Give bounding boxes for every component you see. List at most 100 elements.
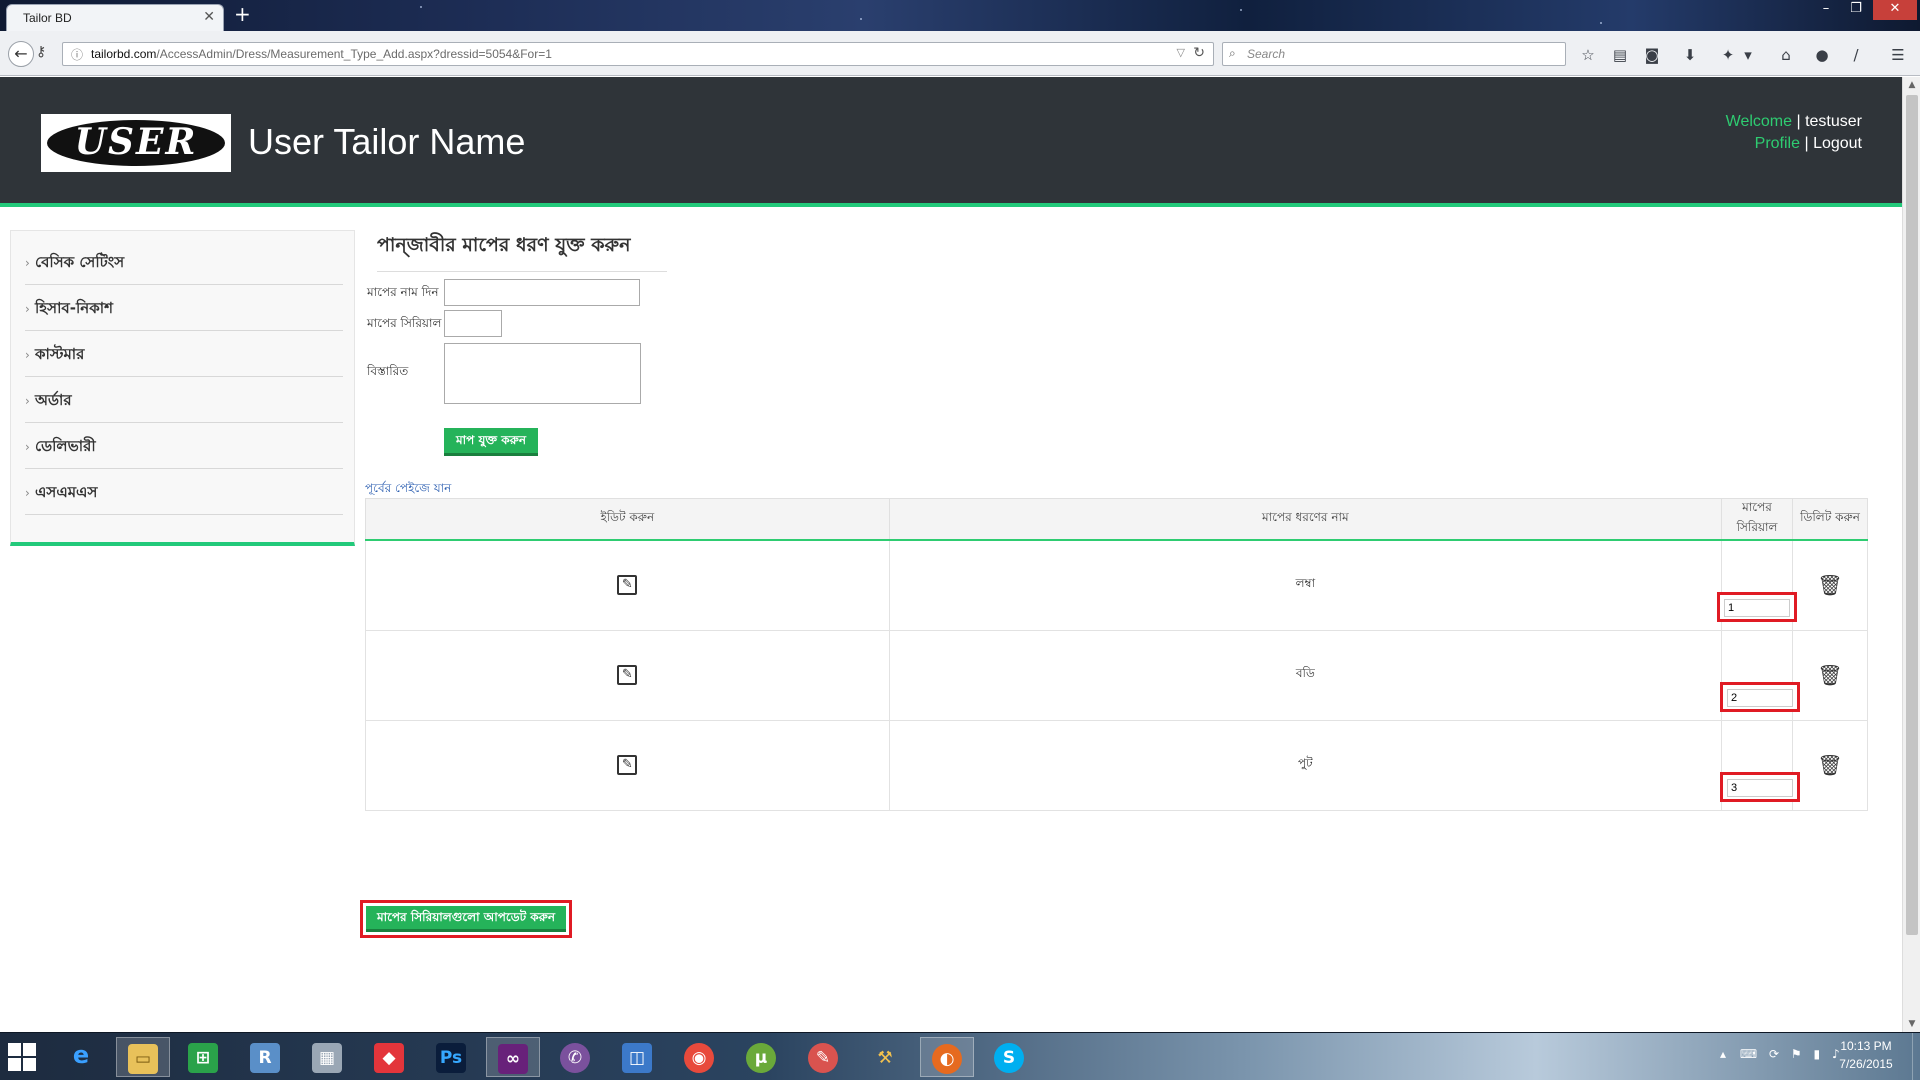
serial-highlight — [1717, 592, 1798, 622]
trash-icon[interactable]: 🗑 — [1817, 663, 1842, 687]
serial-input[interactable] — [1727, 778, 1794, 797]
firefox-icon[interactable]: ◐ — [920, 1037, 974, 1077]
search-input[interactable] — [1247, 46, 1547, 62]
windows-taskbar: e ▭ ⊞ R ▦ ◆ Ps ∞ ✆ ◫ ◉ µ ✎ ⚒ ◐ S ▴ ⌨ ⟳ ⚑… — [0, 1032, 1920, 1080]
skype-icon[interactable]: S — [982, 1037, 1036, 1077]
sidebar-item-accounts[interactable]: › হিসাব-নিকাশ — [25, 285, 343, 331]
windows-start-icon[interactable] — [8, 1043, 38, 1073]
logout-link[interactable]: Logout — [1813, 135, 1862, 152]
back-arrow-icon[interactable]: ← — [8, 41, 34, 67]
serial-input[interactable] — [1727, 688, 1794, 707]
page-scrollbar[interactable]: ▲ ▼ — [1902, 77, 1920, 1032]
visual-studio-icon[interactable]: ∞ — [486, 1037, 540, 1077]
site-info-icon[interactable]: ⓘ — [71, 46, 83, 63]
site-logo[interactable]: USER — [41, 114, 231, 172]
reader-icon[interactable]: R — [238, 1037, 292, 1077]
chevron-right-icon: › — [25, 440, 30, 454]
sidebar-menu: › বেসিক সেটিংস › হিসাব-নিকাশ › কাস্টমার › অর… — [10, 230, 355, 546]
store-icon[interactable]: ⊞ — [176, 1037, 230, 1077]
calculator-icon[interactable]: ▦ — [300, 1037, 354, 1077]
url-text[interactable]: tailorbd.com/AccessAdmin/Dress/Measureme… — [91, 47, 552, 61]
chevron-right-icon: › — [25, 302, 30, 316]
key-icon[interactable]: ⚷ — [36, 44, 46, 60]
scroll-down-arrow-icon[interactable]: ▼ — [1903, 1016, 1920, 1032]
tray-expand-icon[interactable]: ▴ — [1720, 1047, 1726, 1061]
tab-close-icon[interactable]: ✕ — [203, 9, 215, 25]
sidebar-item-order[interactable]: › অর্ডার — [25, 377, 343, 423]
search-bar[interactable]: ⌕ — [1222, 42, 1566, 66]
pen-icon[interactable]: / — [1846, 45, 1866, 65]
pocket-icon[interactable]: ◙ — [1642, 45, 1662, 65]
show-desktop-button[interactable] — [1912, 1033, 1920, 1080]
utorrent-icon[interactable]: µ — [734, 1037, 788, 1077]
taskbar-clock[interactable]: 10:13 PM 7/26/2015 — [1834, 1037, 1898, 1073]
reading-list-icon[interactable]: ▤ — [1610, 45, 1630, 65]
internet-explorer-icon[interactable]: e — [54, 1037, 108, 1077]
edit-icon[interactable]: ✎ — [617, 755, 638, 775]
edit-icon[interactable]: ✎ — [617, 665, 638, 685]
photoshop-icon[interactable]: Ps — [424, 1037, 478, 1077]
update-serials-button[interactable]: মাপের সিরিয়ালগুলো আপডেট করুন — [366, 906, 566, 932]
chevron-right-icon: › — [25, 486, 30, 500]
clock-time: 10:13 PM — [1840, 1039, 1892, 1053]
window-close-icon[interactable]: ✕ — [1873, 0, 1917, 20]
table-row: ✎ লম্বা 🗑 — [365, 539, 1868, 631]
site-title: User Tailor Name — [248, 121, 526, 162]
network-tool-icon[interactable]: ◫ — [610, 1037, 664, 1077]
details-label: বিস্তারিত — [367, 364, 409, 378]
edit-icon[interactable]: ✎ — [617, 575, 638, 596]
addon-dropdown-icon[interactable]: ▾ — [1738, 45, 1758, 65]
trash-icon[interactable]: 🗑 — [1817, 573, 1842, 597]
download-icon[interactable]: ⬇ — [1680, 45, 1700, 65]
delete-cell: 🗑 — [1792, 629, 1868, 721]
new-tab-icon[interactable]: + — [234, 4, 251, 24]
measure-serial-input[interactable] — [444, 310, 502, 337]
addon-icon[interactable]: ✦ — [1718, 45, 1738, 65]
url-dropdown-icon[interactable]: ▽ — [1177, 46, 1185, 59]
sidebar-item-label: অর্ডার — [35, 391, 72, 409]
trash-icon[interactable]: 🗑 — [1817, 753, 1842, 777]
measure-name-input[interactable] — [444, 279, 640, 306]
chrome-icon[interactable]: ◉ — [672, 1037, 726, 1077]
browser-tab[interactable]: Tailor BD ✕ — [6, 4, 224, 31]
browser-navbar: ← ⚷ ⓘ tailorbd.com/AccessAdmin/Dress/Mea… — [0, 31, 1920, 76]
details-textarea[interactable] — [444, 343, 641, 404]
add-measure-button[interactable]: মাপ যুক্ত করুন — [444, 428, 538, 456]
sync-icon[interactable]: ⟳ — [1769, 1047, 1779, 1061]
sidebar-item-customer[interactable]: › কাস্টমার — [25, 331, 343, 377]
sidebar-item-sms[interactable]: › এসএমএস — [25, 469, 343, 515]
sidebar-item-label: এসএমএস — [35, 483, 98, 501]
anydesk-icon[interactable]: ◆ — [362, 1037, 416, 1077]
serial-cell — [1717, 539, 1798, 631]
restore-icon[interactable]: ❐ — [1843, 0, 1869, 20]
keyboard-icon[interactable]: ⌨ — [1740, 1047, 1757, 1061]
paint-icon[interactable]: ✎ — [796, 1037, 850, 1077]
clock-date: 7/26/2015 — [1839, 1057, 1893, 1071]
network-icon[interactable]: ▮ — [1814, 1047, 1821, 1061]
scroll-thumb[interactable] — [1906, 95, 1918, 935]
previous-page-link[interactable]: পূর্বের পেইজে যান — [365, 480, 451, 500]
minimize-icon[interactable]: – — [1813, 0, 1839, 20]
viber-icon[interactable]: ✆ — [548, 1037, 602, 1077]
bookmark-star-icon[interactable]: ☆ — [1578, 45, 1598, 65]
sidebar-item-basic-settings[interactable]: › বেসিক সেটিংস — [25, 239, 343, 285]
sidebar-item-label: হিসাব-নিকাশ — [35, 299, 113, 317]
menu-icon[interactable]: ☰ — [1888, 45, 1908, 65]
url-bar[interactable]: ⓘ tailorbd.com/AccessAdmin/Dress/Measure… — [62, 42, 1214, 66]
file-explorer-icon[interactable]: ▭ — [116, 1037, 170, 1077]
tools-icon[interactable]: ⚒ — [858, 1037, 912, 1077]
username: testuser — [1805, 113, 1862, 130]
flag-icon[interactable]: ⚑ — [1791, 1047, 1802, 1061]
delete-cell: 🗑 — [1792, 539, 1868, 631]
reload-icon[interactable]: ↻ — [1193, 45, 1205, 61]
home-icon[interactable]: ⌂ — [1776, 45, 1796, 65]
tab-title: Tailor BD — [23, 11, 72, 25]
chat-icon[interactable]: ● — [1812, 45, 1832, 65]
scroll-up-arrow-icon[interactable]: ▲ — [1903, 77, 1920, 93]
edit-cell: ✎ — [365, 629, 890, 721]
sidebar-item-delivery[interactable]: › ডেলিভারী — [25, 423, 343, 469]
user-links: Welcome | testuser Profile | Logout — [1726, 111, 1862, 155]
titlebar-decoration — [420, 6, 422, 8]
serial-input[interactable] — [1724, 599, 1791, 617]
profile-link[interactable]: Profile — [1755, 135, 1800, 152]
